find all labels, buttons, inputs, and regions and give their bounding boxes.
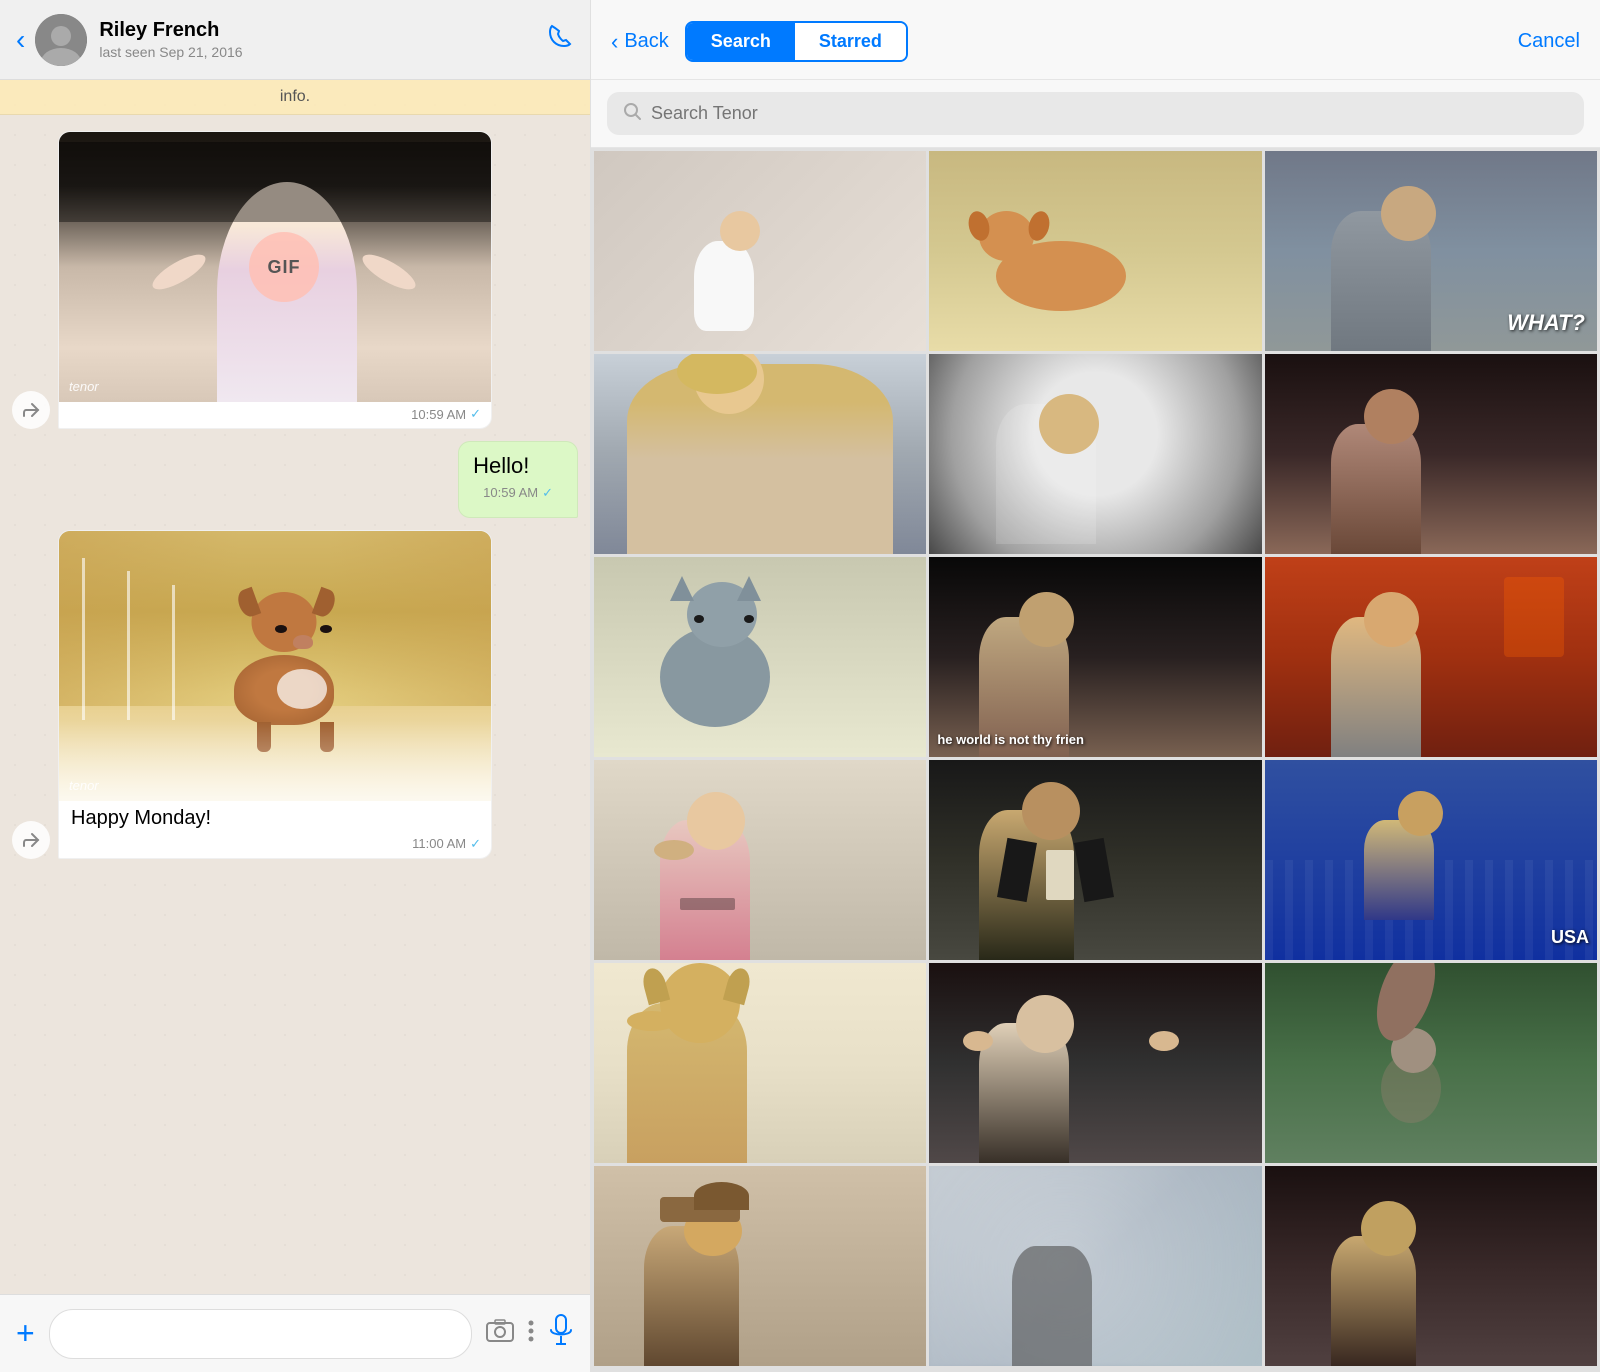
gif-caption-usa: USA: [1551, 927, 1589, 948]
gif-cell-8[interactable]: he world is not thy frien: [929, 557, 1261, 757]
search-input-wrapper: [607, 92, 1584, 135]
messages-area[interactable]: GIF tenor 10:59 AM ✓ Hello! 10:59 AM ✓: [0, 115, 590, 1294]
gif-cell-16[interactable]: [594, 1166, 926, 1366]
tab-search[interactable]: Search: [687, 23, 795, 60]
gif-cell-5[interactable]: [929, 354, 1261, 554]
forward-button-1[interactable]: [12, 391, 50, 429]
tab-group: Search Starred: [685, 21, 908, 62]
microphone-icon[interactable]: [548, 1314, 574, 1353]
gif-cell-7[interactable]: [594, 557, 926, 757]
chat-header: ‹ Riley French last seen Sep 21, 2016: [0, 0, 590, 80]
add-button[interactable]: +: [16, 1315, 35, 1352]
contact-info: Riley French last seen Sep 21, 2016: [99, 19, 546, 60]
tab-starred[interactable]: Starred: [795, 23, 906, 60]
cancel-button[interactable]: Cancel: [1518, 30, 1580, 53]
gif-cell-6[interactable]: [1265, 354, 1597, 554]
more-options-icon[interactable]: [528, 1319, 534, 1349]
contact-status: last seen Sep 21, 2016: [99, 44, 546, 60]
gif-cell-15[interactable]: [1265, 963, 1597, 1163]
message-time-1: 10:59 AM ✓: [59, 402, 491, 428]
gif-cell-17[interactable]: [929, 1166, 1261, 1366]
search-bar: [591, 80, 1600, 148]
gif-attribution-1: tenor: [69, 379, 99, 394]
gif-attribution-2: tenor: [69, 778, 99, 793]
search-input[interactable]: [651, 103, 1568, 124]
forward-button-2[interactable]: [12, 821, 50, 859]
gif-cell-4[interactable]: [594, 354, 926, 554]
gif-image-2[interactable]: tenor: [59, 531, 492, 801]
message-bubble-1: GIF tenor 10:59 AM ✓: [58, 131, 492, 429]
gif-cell-18[interactable]: [1265, 1166, 1597, 1366]
gif-picker-panel: ‹ Back Search Starred Cancel: [590, 0, 1600, 1372]
gif-picker-header: ‹ Back Search Starred Cancel: [591, 0, 1600, 80]
gif-cell-13[interactable]: [594, 963, 926, 1163]
gif-cell-3[interactable]: WHAT?: [1265, 151, 1597, 351]
gif-caption-8: he world is not thy frien: [937, 732, 1253, 747]
message-time-3: 11:00 AM ✓: [59, 832, 491, 858]
gif-cell-11[interactable]: [929, 760, 1261, 960]
camera-icon[interactable]: [486, 1318, 514, 1349]
gif-cell-9[interactable]: [1265, 557, 1597, 757]
gif-what-text: WHAT?: [1507, 310, 1585, 336]
message-bubble-2: tenor Happy Monday! 11:00 AM ✓: [58, 530, 492, 859]
search-icon: [623, 102, 641, 125]
gif-cell-2[interactable]: [929, 151, 1261, 351]
back-label: Back: [624, 30, 668, 53]
chat-toolbar: +: [0, 1294, 590, 1372]
message-hello: Hello! 10:59 AM ✓: [458, 441, 578, 518]
gif-image-1[interactable]: GIF tenor: [59, 132, 492, 402]
chat-panel: ‹ Riley French last seen Sep 21, 2016 in…: [0, 0, 590, 1372]
phone-icon[interactable]: [546, 22, 574, 57]
back-button-chat[interactable]: ‹: [16, 24, 25, 56]
gif-cell-14[interactable]: [929, 963, 1261, 1163]
back-chevron-icon: ‹: [611, 29, 618, 55]
message-text-2: Happy Monday!: [59, 801, 491, 832]
contact-avatar: [35, 14, 87, 66]
gif-cell-1[interactable]: [594, 151, 926, 351]
contact-name: Riley French: [99, 19, 546, 42]
message-gif-2: tenor Happy Monday! 11:00 AM ✓: [12, 530, 492, 859]
message-input[interactable]: [49, 1309, 472, 1359]
gif-cell-12[interactable]: USA: [1265, 760, 1597, 960]
gif-cell-10[interactable]: [594, 760, 926, 960]
info-bar[interactable]: info.: [0, 80, 590, 115]
back-button-gif[interactable]: ‹ Back: [611, 29, 669, 55]
message-gif-1: GIF tenor 10:59 AM ✓: [12, 131, 492, 429]
message-time-2: 10:59 AM ✓: [473, 481, 563, 507]
gif-play-button[interactable]: GIF: [249, 232, 319, 302]
message-bubble-hello: Hello! 10:59 AM ✓: [458, 441, 578, 518]
gif-grid: WHAT?: [591, 148, 1600, 1372]
